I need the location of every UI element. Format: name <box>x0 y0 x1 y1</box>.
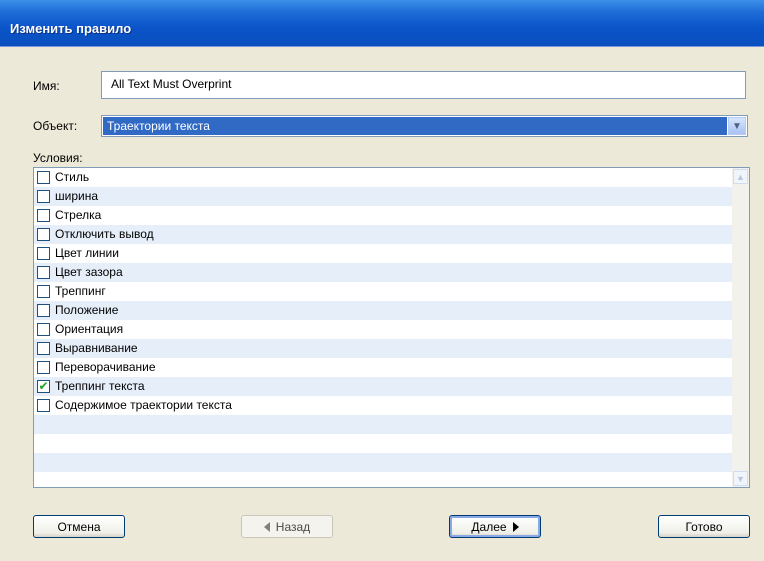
condition-row[interactable]: Переворачивание <box>34 358 732 377</box>
cancel-button[interactable]: Отмена <box>33 515 125 538</box>
condition-checkbox[interactable] <box>37 209 50 222</box>
object-label: Объект: <box>33 119 78 133</box>
condition-checkbox[interactable] <box>37 266 50 279</box>
empty-row <box>34 453 732 472</box>
condition-row[interactable]: Треппинг <box>34 282 732 301</box>
condition-checkbox[interactable] <box>37 247 50 260</box>
scroll-up-icon[interactable]: ▲ <box>733 169 748 184</box>
condition-label: Выравнивание <box>55 341 138 355</box>
condition-label: Треппинг <box>55 284 106 298</box>
condition-label: Цвет линии <box>55 246 119 260</box>
condition-label: Содержимое траектории текста <box>55 398 232 412</box>
condition-row[interactable]: ширина <box>34 187 732 206</box>
scroll-down-icon[interactable]: ▼ <box>733 471 748 486</box>
condition-row[interactable]: Стрелка <box>34 206 732 225</box>
condition-checkbox[interactable] <box>37 399 50 412</box>
object-select-value: Траектории текста <box>103 117 727 135</box>
condition-checkbox[interactable] <box>37 304 50 317</box>
condition-checkbox[interactable] <box>37 342 50 355</box>
condition-checkbox[interactable] <box>37 323 50 336</box>
condition-row[interactable]: Отключить вывод <box>34 225 732 244</box>
cancel-button-label: Отмена <box>57 519 101 534</box>
condition-checkbox[interactable] <box>37 285 50 298</box>
condition-checkbox[interactable]: ✔ <box>37 380 50 393</box>
next-button-label: Далее <box>471 519 507 534</box>
condition-checkbox[interactable] <box>37 361 50 374</box>
condition-label: Ориентация <box>55 322 124 336</box>
condition-row[interactable]: Содержимое траектории текста <box>34 396 732 415</box>
condition-label: Цвет зазора <box>55 265 123 279</box>
condition-row[interactable]: Ориентация <box>34 320 732 339</box>
condition-row[interactable]: Стиль <box>34 168 732 187</box>
title-divider <box>0 46 764 47</box>
condition-checkbox[interactable] <box>37 171 50 184</box>
empty-row <box>34 434 732 453</box>
finish-button-label: Готово <box>685 519 723 534</box>
condition-label: Стрелка <box>55 208 102 222</box>
condition-checkbox[interactable] <box>37 228 50 241</box>
arrow-right-icon <box>512 521 519 532</box>
empty-row <box>34 415 732 434</box>
back-button[interactable]: Назад <box>241 515 333 538</box>
condition-row[interactable]: Положение <box>34 301 732 320</box>
finish-button[interactable]: Готово <box>658 515 750 538</box>
scrollbar[interactable]: ▲ ▼ <box>732 168 749 487</box>
window-title: Изменить правило <box>10 21 132 36</box>
condition-label: Положение <box>55 303 119 317</box>
condition-checkbox[interactable] <box>37 190 50 203</box>
condition-label: ширина <box>55 189 99 203</box>
conditions-rows: Стиль ширина Стрелка Отключить вывод Цвет ли… <box>34 168 732 472</box>
condition-label: Треппинг текста <box>55 379 145 393</box>
condition-row[interactable]: Выравнивание <box>34 339 732 358</box>
conditions-label: Условия: <box>33 151 83 165</box>
object-select[interactable]: Траектории текста ▼ <box>101 115 748 137</box>
conditions-list: Стиль ширина Стрелка Отключить вывод Цвет ли… <box>33 167 750 488</box>
back-button-label: Назад <box>275 519 311 534</box>
condition-row[interactable]: ✔ Треппинг текста <box>34 377 732 396</box>
chevron-down-icon[interactable]: ▼ <box>728 117 746 135</box>
name-input[interactable]: All Text Must Overprint <box>101 71 746 99</box>
next-button[interactable]: Далее <box>449 515 541 538</box>
arrow-left-icon <box>263 521 270 532</box>
name-label: Имя: <box>33 79 60 93</box>
condition-label: Отключить вывод <box>55 227 154 241</box>
condition-row[interactable]: Цвет линии <box>34 244 732 263</box>
title-bar: Изменить правило <box>0 0 764 46</box>
condition-label: Переворачивание <box>55 360 156 374</box>
condition-row[interactable]: Цвет зазора <box>34 263 732 282</box>
condition-label: Стиль <box>55 170 90 184</box>
